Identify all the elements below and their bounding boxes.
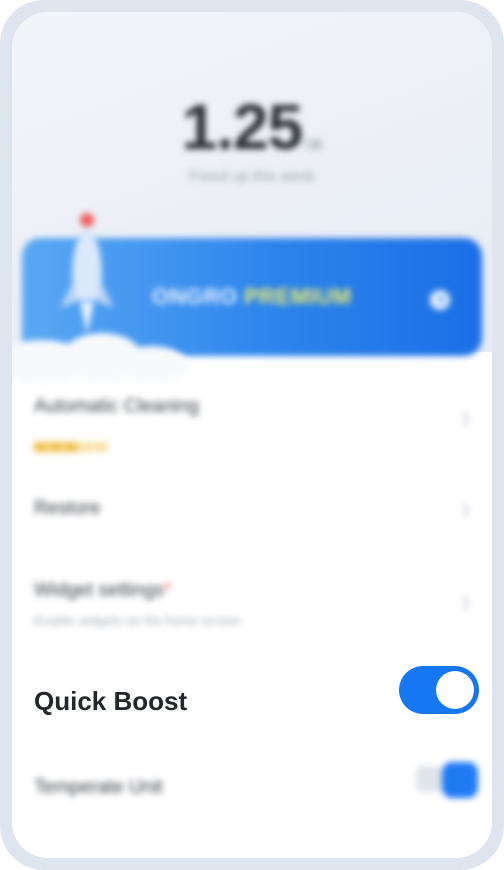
premium-label[interactable]: ONGRO PREMIUM	[152, 284, 352, 310]
chevron-right-icon	[455, 502, 471, 518]
freed-storage-unit: GB	[304, 136, 323, 152]
widget-settings-sublabel: Enable widgets on the home screen	[34, 613, 241, 628]
screen: 1.25 GB Freed up this week ONGRO PREMIUM …	[12, 12, 492, 858]
temperature-unit-label: Temperate Unit	[34, 777, 163, 798]
restore-label: Restore	[34, 498, 101, 519]
freed-storage-number: 1.25	[181, 91, 304, 163]
chevron-right-icon	[455, 411, 471, 427]
temperature-unit-switch[interactable]	[416, 758, 478, 802]
premium-label-brand: ONGRO	[152, 284, 238, 309]
quick-boost-label: Quick Boost	[34, 686, 188, 716]
new-badge: *	[163, 580, 172, 601]
cloud-decoration	[12, 333, 187, 382]
phone-frame: 1.25 GB Freed up this week ONGRO PREMIUM …	[0, 0, 504, 870]
chevron-right-icon	[455, 595, 471, 611]
widget-settings-label: Widget settings*	[34, 580, 171, 602]
unit-option-fahrenheit[interactable]	[442, 762, 478, 798]
toggle-knob	[436, 671, 474, 709]
widget-settings-text: Widget settings	[34, 580, 164, 601]
automatic-cleaning-label: Automatic Cleaning	[34, 396, 199, 417]
quick-boost-toggle[interactable]	[399, 666, 479, 714]
rating-star-icon	[34, 442, 48, 452]
chevron-right-icon[interactable]	[430, 290, 450, 310]
premium-label-tier: PREMIUM	[244, 284, 352, 309]
rating-star-empty-icon	[79, 442, 93, 452]
automatic-cleaning-rating	[34, 442, 108, 454]
rating-star-empty-icon	[94, 442, 108, 452]
freed-storage-value: 1.25 GB	[12, 90, 492, 164]
freed-storage-caption: Freed up this week	[188, 168, 316, 185]
rating-star-icon	[49, 442, 63, 452]
rating-star-icon	[64, 442, 78, 452]
unit-option-celsius[interactable]	[416, 766, 442, 792]
